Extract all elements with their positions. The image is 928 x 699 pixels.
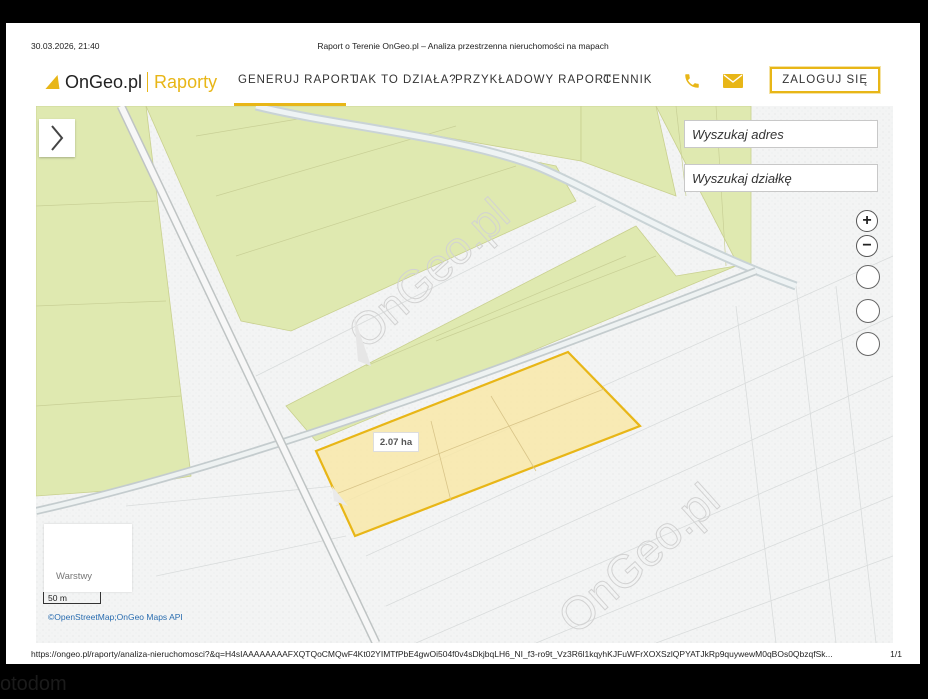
logo-subtitle: Raporty	[154, 71, 218, 92]
nav-generate-report[interactable]: GENERUJ RAPORT	[238, 74, 358, 86]
logo[interactable]: OnGeo.pl Raporty	[45, 71, 218, 93]
layers-label: Warstwy	[56, 571, 93, 582]
scale-bar: 50 m	[43, 592, 101, 604]
print-url: https://ongeo.pl/raporty/analiza-nieruch…	[31, 649, 833, 659]
logo-icon	[45, 75, 65, 89]
search-plot-placeholder: Wyszukaj działkę	[692, 170, 792, 186]
login-button[interactable]: ZALOGUJ SIĘ	[770, 67, 880, 93]
map-attribution[interactable]: ©OpenStreetMap;OnGeo Maps API	[48, 612, 183, 622]
map-tool-button[interactable]	[856, 265, 880, 289]
layers-button[interactable]: Warstwy	[44, 524, 132, 592]
printed-page: 30.03.2026, 21:40 Raport o Terenie OnGeo…	[6, 23, 920, 664]
phone-icon[interactable]	[683, 72, 701, 90]
map-view[interactable]: OnGeo.pl OnGeo.pl Wyszukaj adres Wyszuka…	[36, 106, 893, 643]
search-address-input[interactable]: Wyszukaj adres	[684, 120, 878, 148]
logo-name: OnGeo.pl	[65, 71, 143, 92]
print-page-number: 1/1	[890, 649, 902, 659]
sidebar-toggle-button[interactable]	[39, 119, 75, 157]
nav-pricing[interactable]: CENNIK	[603, 74, 652, 86]
logo-divider	[147, 72, 149, 92]
site-header: OnGeo.pl Raporty GENERUJ RAPORT JAK TO D…	[36, 56, 893, 106]
parcel-area-label: 2.07 ha	[373, 432, 419, 452]
search-address-placeholder: Wyszukaj adres	[692, 126, 784, 142]
scale-label: 50 m	[48, 593, 67, 603]
print-title: Raport o Terenie OnGeo.pl – Analiza prze…	[317, 41, 609, 51]
footer-fragment: otodom	[0, 669, 200, 699]
chevron-right-icon	[51, 125, 64, 151]
mail-icon[interactable]	[723, 74, 743, 88]
search-plot-input[interactable]: Wyszukaj działkę	[684, 164, 878, 192]
zoom-in-button[interactable]: +	[856, 210, 878, 232]
zoom-out-button[interactable]: −	[856, 235, 878, 257]
nav-sample-report[interactable]: PRZYKŁADOWY RAPORT	[455, 74, 612, 86]
footer-fragment-text: otodom	[0, 673, 67, 695]
map-tool-button[interactable]	[856, 299, 880, 323]
login-label: ZALOGUJ SIĘ	[782, 74, 868, 86]
map-tool-button[interactable]	[856, 332, 880, 356]
nav-how-it-works[interactable]: JAK TO DZIAŁA?	[353, 74, 457, 86]
